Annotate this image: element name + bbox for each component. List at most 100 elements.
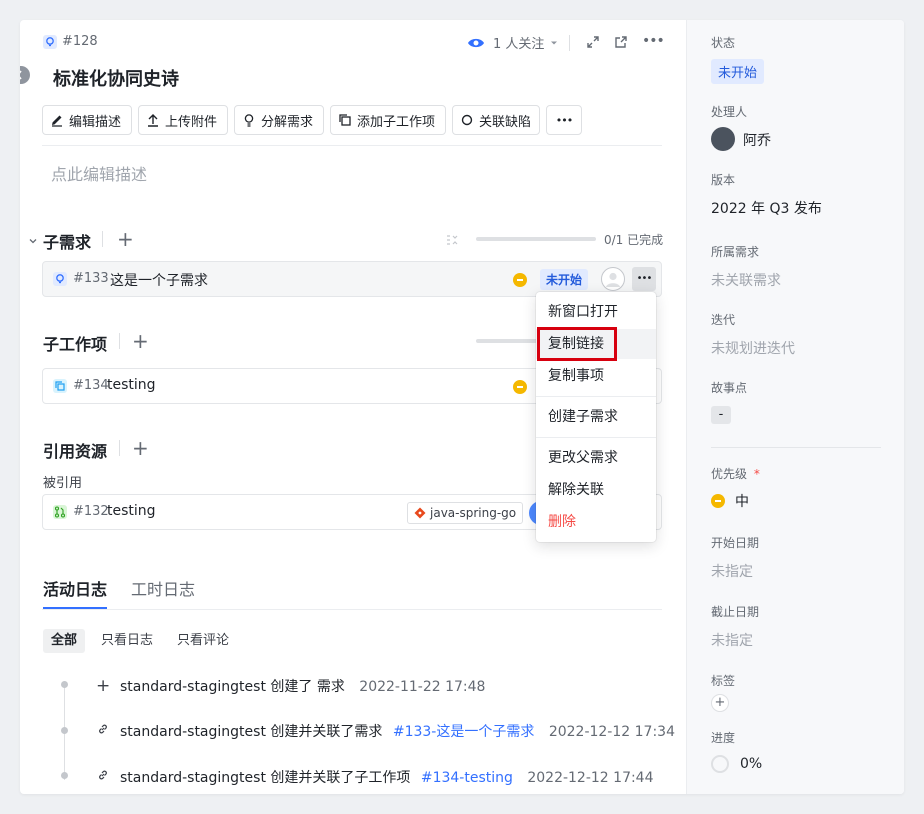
watch-button[interactable]: 1 人关注 bbox=[467, 33, 559, 52]
repo-name: java-spring-go bbox=[430, 506, 517, 520]
priority-medium-icon bbox=[513, 273, 527, 287]
requirement-icon bbox=[53, 272, 67, 286]
merge-request-icon bbox=[53, 505, 67, 519]
requirement-icon bbox=[43, 34, 57, 49]
sub-requirements-progress-text: 0/1 已完成 bbox=[604, 233, 664, 247]
priority-medium-icon bbox=[711, 494, 725, 508]
referenced-by-label: 被引用 bbox=[43, 476, 83, 491]
iteration-value[interactable]: 未规划进迭代 bbox=[711, 338, 795, 358]
menu-item-delete[interactable]: 删除 bbox=[536, 507, 656, 537]
status-value[interactable]: 未开始 bbox=[711, 59, 765, 84]
sub-work-item-name[interactable]: testing bbox=[107, 377, 156, 393]
link-icon bbox=[97, 769, 109, 785]
sub-work-items-title: 子工作项 bbox=[43, 335, 108, 354]
repo-tag[interactable]: java-spring-go bbox=[407, 502, 524, 524]
link-defect-button[interactable]: 关联缺陷 bbox=[452, 105, 540, 135]
edit-description-button[interactable]: 编辑描述 bbox=[42, 105, 132, 135]
filter-all[interactable]: 全部 bbox=[43, 629, 86, 653]
requirement-id-text: #128 bbox=[62, 34, 98, 49]
activity-action: 创建并关联了需求 bbox=[270, 724, 383, 740]
edit-pen-icon bbox=[52, 115, 62, 127]
timeline-dot bbox=[61, 681, 68, 688]
filter-logs-only[interactable]: 只看日志 bbox=[93, 629, 161, 653]
reference-id: #132 bbox=[73, 504, 109, 519]
status-label: 状态 bbox=[711, 36, 736, 50]
menu-item-copy-item[interactable]: 复制事项 bbox=[536, 361, 656, 391]
tab-activity-log[interactable]: 活动日志 bbox=[43, 576, 107, 600]
sub-requirements-title: 子需求 bbox=[43, 233, 92, 252]
add-reference-button[interactable]: + bbox=[132, 438, 149, 458]
activity-user: standard-stagingtest bbox=[120, 679, 266, 695]
activity-user: standard-stagingtest bbox=[120, 724, 266, 740]
timeline-dot bbox=[61, 772, 68, 779]
lightbulb-icon bbox=[244, 114, 254, 127]
due-date-label: 截止日期 bbox=[711, 605, 760, 619]
split-requirement-label: 分解需求 bbox=[261, 114, 314, 130]
more-options-icon[interactable]: ••• bbox=[642, 33, 665, 49]
sub-requirement-id: #133 bbox=[73, 271, 109, 286]
page-title[interactable]: 标准化协同史诗 bbox=[53, 65, 179, 91]
split-requirement-button[interactable]: 分解需求 bbox=[234, 105, 324, 135]
menu-item-create-sub-requirement[interactable]: 创建子需求 bbox=[536, 402, 656, 432]
timeline-dot bbox=[61, 727, 68, 734]
assignee-value[interactable]: 阿乔 bbox=[743, 130, 771, 150]
circle-icon bbox=[461, 114, 473, 126]
properties-sidebar: 状态 未开始 处理人 阿乔 版本 2022 年 Q3 发布 所属需求 未关联需求… bbox=[686, 20, 904, 794]
collapse-all-icon[interactable] bbox=[445, 233, 459, 251]
upload-icon bbox=[148, 114, 158, 127]
upload-attachment-button[interactable]: 上传附件 bbox=[138, 105, 228, 135]
progress-label: 进度 bbox=[711, 731, 736, 745]
priority-value[interactable]: 中 bbox=[735, 491, 749, 511]
collapse-subreq-icon[interactable] bbox=[28, 234, 38, 250]
activity-action: 创建并关联了子工作项 bbox=[270, 770, 411, 786]
copy-square-icon bbox=[339, 114, 351, 126]
open-new-window-icon[interactable] bbox=[614, 35, 628, 53]
add-tag-button[interactable]: + bbox=[711, 694, 729, 712]
divider bbox=[42, 145, 662, 146]
due-date-value[interactable]: 未指定 bbox=[711, 630, 753, 650]
start-date-value[interactable]: 未指定 bbox=[711, 561, 753, 581]
caret-down-icon bbox=[551, 41, 558, 44]
add-sub-work-item-button[interactable]: 添加子工作项 bbox=[330, 105, 446, 135]
reference-name[interactable]: testing bbox=[107, 503, 156, 519]
menu-item-change-parent[interactable]: 更改父需求 bbox=[536, 443, 656, 473]
expand-icon[interactable] bbox=[586, 35, 600, 53]
activity-link[interactable]: #134-testing bbox=[421, 770, 513, 786]
activity-link[interactable]: #133-这是一个子需求 bbox=[393, 724, 535, 740]
watchers-count: 1 人关注 bbox=[493, 37, 545, 52]
activity-entry: standard-stagingtest 创建并关联了需求 #133-这是一个子… bbox=[120, 721, 675, 741]
edit-description-label: 编辑描述 bbox=[69, 114, 122, 130]
sub-requirement-name[interactable]: 这是一个子需求 bbox=[110, 270, 208, 290]
menu-item-unlink[interactable]: 解除关联 bbox=[536, 475, 656, 505]
activity-entry: standard-stagingtest 创建了 需求 2022-11-22 1… bbox=[120, 676, 485, 696]
work-item-icon bbox=[53, 379, 67, 393]
progress-value[interactable]: 0% bbox=[740, 756, 762, 772]
priority-label: 优先级 * bbox=[711, 465, 760, 482]
references-title: 引用资源 bbox=[43, 442, 108, 461]
parent-requirement-label: 所属需求 bbox=[711, 245, 760, 259]
version-label: 版本 bbox=[711, 173, 736, 187]
status-badge[interactable]: 未开始 bbox=[540, 269, 589, 290]
version-value[interactable]: 2022 年 Q3 发布 bbox=[711, 198, 822, 218]
tab-work-log[interactable]: 工时日志 bbox=[131, 576, 195, 600]
description-placeholder[interactable]: 点此编辑描述 bbox=[51, 161, 147, 185]
add-sub-work-item-label: 添加子工作项 bbox=[357, 114, 436, 130]
menu-item-open-new-window[interactable]: 新窗口打开 bbox=[536, 297, 656, 327]
progress-ring-icon bbox=[711, 755, 729, 773]
activity-time: 2022-12-12 17:44 bbox=[527, 770, 654, 786]
toolbar-more-button[interactable]: ••• bbox=[546, 105, 582, 135]
add-sub-requirement-button[interactable]: + bbox=[117, 229, 134, 249]
avatar-placeholder-icon[interactable] bbox=[601, 267, 625, 291]
collapse-panel-icon[interactable] bbox=[20, 66, 30, 84]
add-sub-work-item-plus[interactable]: + bbox=[132, 331, 149, 351]
eye-icon bbox=[468, 38, 484, 47]
avatar bbox=[711, 127, 735, 151]
filter-comments-only[interactable]: 只看评论 bbox=[169, 629, 237, 653]
requirement-detail-panel: #128 1 人关注 ••• 标准化协同史诗 编辑描述 上传附件 分解需求 添加… bbox=[20, 20, 904, 794]
git-icon bbox=[414, 507, 426, 519]
more-dots-icon: ••• bbox=[555, 113, 573, 127]
sidebar-divider bbox=[711, 447, 881, 448]
row-more-button[interactable]: ••• bbox=[632, 267, 656, 291]
story-points-value[interactable]: - bbox=[711, 406, 731, 424]
parent-requirement-value[interactable]: 未关联需求 bbox=[711, 270, 781, 290]
